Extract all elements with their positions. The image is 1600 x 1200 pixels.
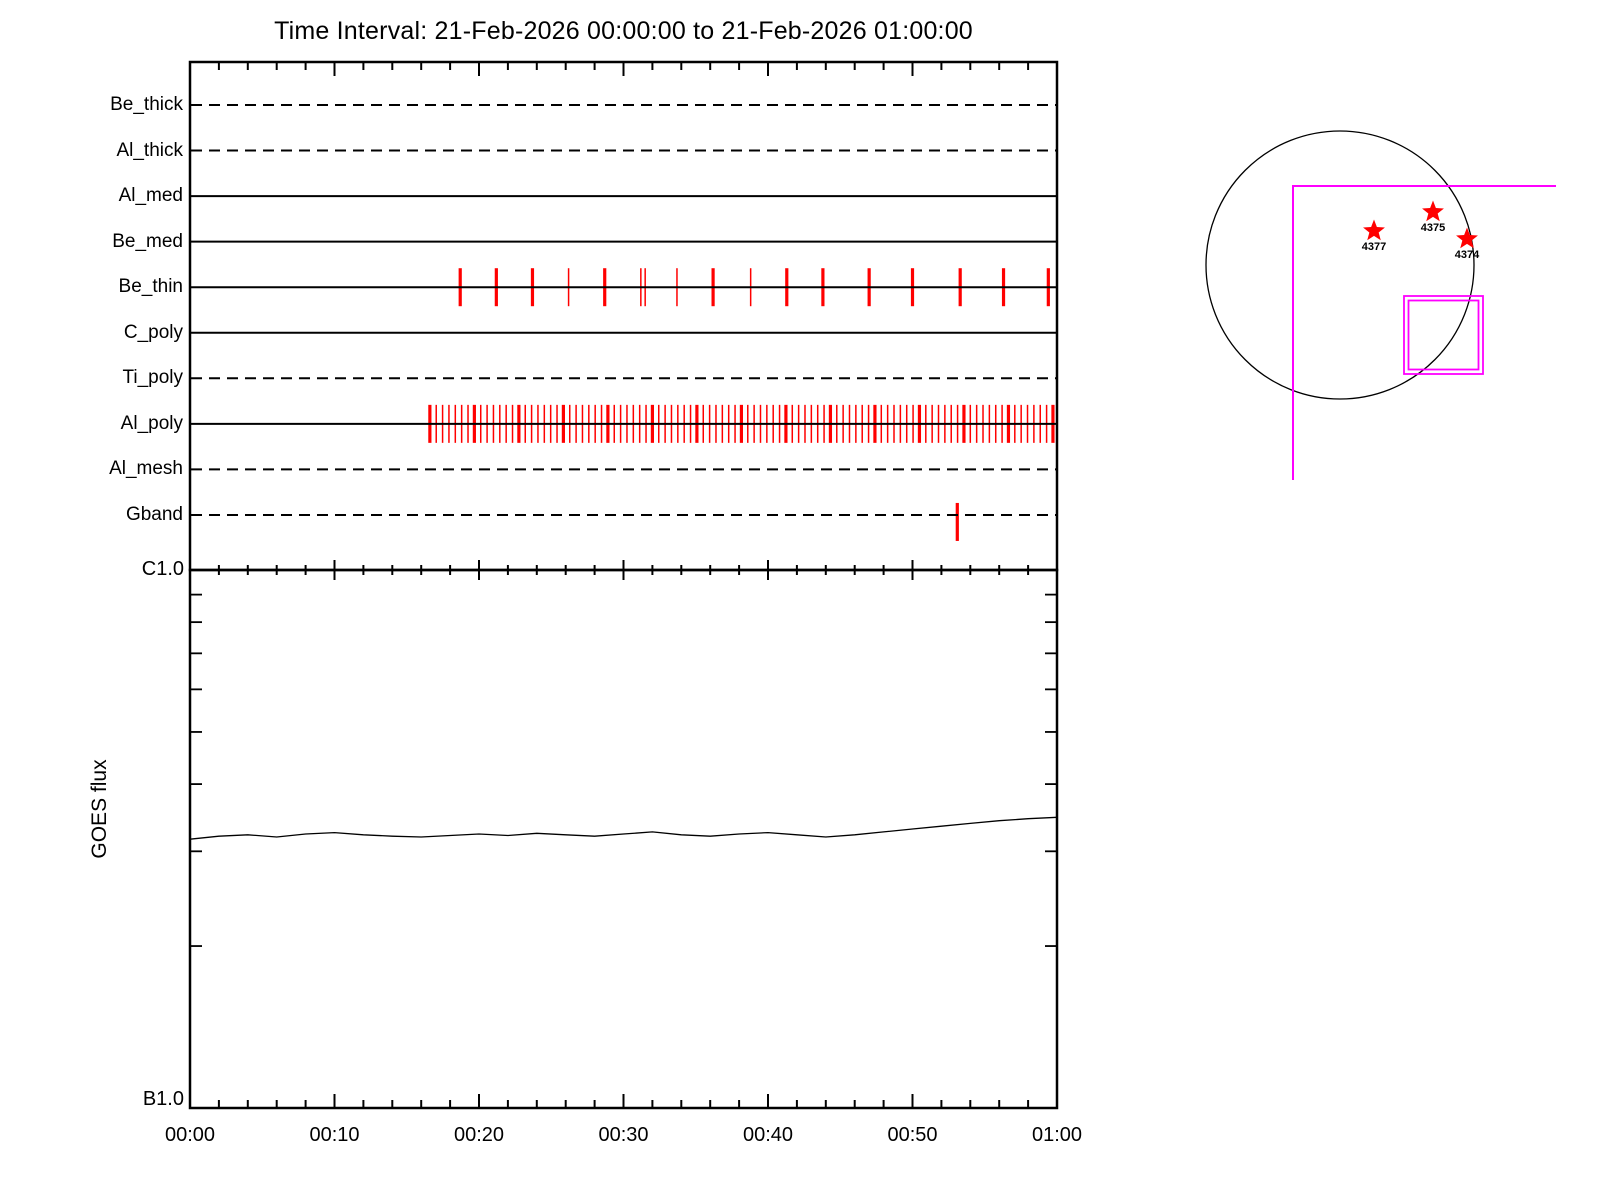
filter-label-be_thick: Be_thick	[110, 94, 183, 115]
x-axis-label-0010: 00:10	[309, 1124, 360, 1146]
filter-label-al_thick: Al_thick	[116, 139, 183, 161]
filter-label-al_mesh: Al_mesh	[109, 458, 183, 480]
goes-axis-title: GOES flux	[88, 759, 111, 859]
xrt-timeline-panel	[188, 60, 1059, 580]
sun-map: 4377 4375 4374	[1205, 130, 1556, 480]
x-axis-label-0040: 00:40	[742, 1124, 794, 1146]
active-region-star-4374	[1456, 227, 1478, 249]
fov-target-box-outer	[1403, 295, 1484, 375]
goes-panel-frame	[188, 568, 1059, 1110]
goes-y-bottom-label: B1.0	[142, 1088, 184, 1110]
filter-label-be_thin: Be_thin	[118, 276, 183, 298]
filter-label-gband: Gband	[125, 503, 183, 525]
active-region-star-4375	[1422, 200, 1444, 222]
x-axis-label-0020: 00:20	[453, 1124, 505, 1146]
x-axis-label-0030: 00:30	[598, 1124, 649, 1146]
active-region-label-4377: 4377	[1362, 241, 1386, 253]
filter-label-ti_poly: Ti_poly	[122, 367, 183, 389]
goes-y-top-label: C1.0	[141, 558, 184, 580]
plot-canvas: 4377 4375 4374	[188, 60, 1556, 1110]
x-axis-label-0050: 00:50	[887, 1124, 938, 1146]
xrt-panel-frame	[188, 60, 1059, 572]
x-axis-label-0100: 01:00	[1031, 1124, 1083, 1146]
active-region-label-4375: 4375	[1421, 222, 1445, 234]
filter-label-c_poly: C_poly	[123, 321, 183, 343]
plot-root: 4377 4375 4374 Time Interval: 21-Feb-2026 …	[0, 0, 1600, 1200]
goes-panel	[188, 568, 1059, 1110]
active-region-star-4377	[1363, 219, 1385, 241]
filter-label-al_poly: Al_poly	[120, 412, 183, 434]
solar-limb-circle	[1205, 130, 1475, 400]
plot-title: Time Interval: 21-Feb-2026 00:00:00 to 2…	[274, 17, 973, 45]
x-axis-label-0000: 00:00	[164, 1124, 216, 1146]
fov-target-box-inner	[1407, 299, 1480, 371]
active-region-label-4374: 4374	[1455, 249, 1480, 261]
goes-flux-curve	[189, 816, 1058, 840]
filter-label-be_med: Be_med	[112, 230, 183, 252]
filter-label-al_med: Al_med	[118, 185, 183, 207]
